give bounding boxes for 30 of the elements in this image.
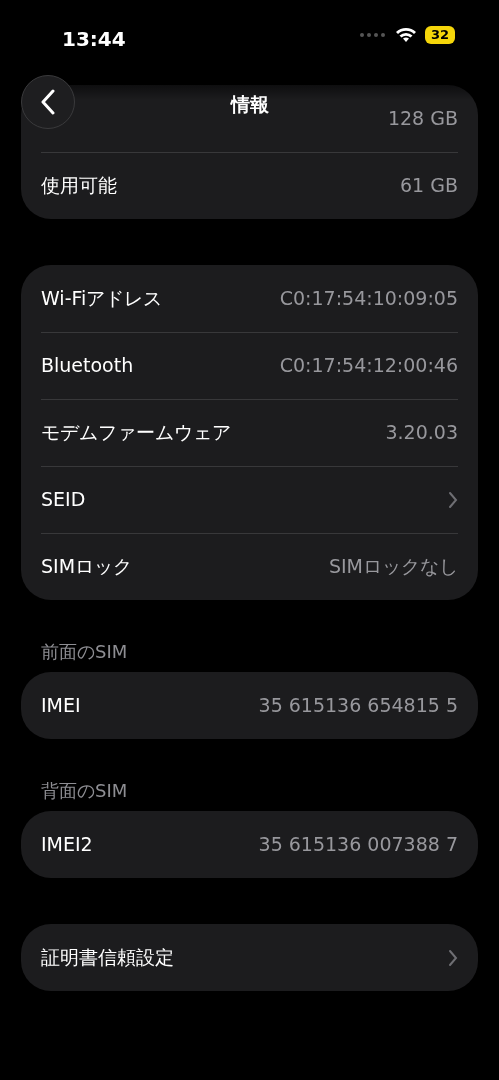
row-value: C0:17:54:10:09:05 bbox=[279, 286, 458, 312]
settings-row[interactable]: 証明書信頼設定 bbox=[21, 924, 478, 991]
chevron-icon bbox=[448, 490, 458, 509]
row-label: モデムファームウェア bbox=[41, 420, 231, 446]
row-value: SIMロックなし bbox=[328, 554, 458, 580]
wifi-icon bbox=[395, 27, 417, 43]
row-value: C0:17:54:12:00:46 bbox=[279, 353, 458, 379]
back-button[interactable] bbox=[21, 75, 75, 129]
back-chevron-icon bbox=[40, 89, 56, 115]
row-label: Bluetooth bbox=[41, 353, 134, 379]
settings-row[interactable]: SEID bbox=[21, 466, 478, 533]
row-label: IMEI2 bbox=[41, 832, 93, 858]
row-label: Wi-Fiアドレス bbox=[41, 286, 163, 312]
section-header: 前面のSIM bbox=[41, 641, 128, 662]
row-value: 128 GB bbox=[387, 106, 458, 132]
row-label: 使用可能 bbox=[41, 173, 117, 199]
battery-level: 32 bbox=[425, 26, 455, 44]
section-header: 背面のSIM bbox=[41, 780, 128, 801]
chevron-icon bbox=[448, 948, 458, 967]
row-value: 3.20.03 bbox=[385, 420, 458, 446]
row-label: IMEI bbox=[41, 693, 81, 719]
row-label: 証明書信頼設定 bbox=[41, 945, 174, 971]
row-label: SIMロック bbox=[41, 554, 133, 580]
status-time: 13:44 bbox=[62, 26, 126, 53]
page-title: 情報 bbox=[230, 92, 269, 117]
row-value: 35 615136 654815 5 bbox=[258, 693, 458, 719]
row-value: 35 615136 007388 7 bbox=[258, 832, 458, 858]
row-value: 61 GB bbox=[400, 173, 458, 199]
row-label: SEID bbox=[41, 487, 86, 513]
signal-icon bbox=[359, 32, 387, 38]
